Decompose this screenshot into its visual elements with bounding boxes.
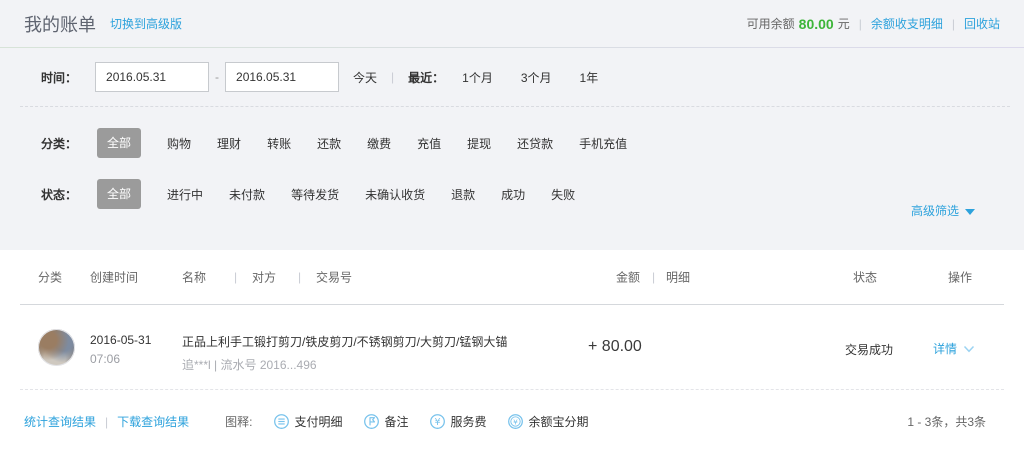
- legend-item-label: 支付明细: [295, 413, 343, 430]
- detail-link: 详情: [933, 340, 957, 357]
- balance-label: 可用余额: [747, 15, 795, 32]
- transaction-status: 交易成功: [845, 341, 893, 358]
- transaction-time: 07:06: [90, 352, 151, 366]
- category-filter-row: 分类： 全部 购物 理财 转账 还款 缴费 充值 提现 还贷款 手机充值: [0, 128, 1024, 158]
- status-label: 状态：: [41, 186, 77, 203]
- legend-label: 图释:: [225, 413, 252, 430]
- detail-toggle[interactable]: 详情: [933, 340, 975, 357]
- cell-created-time: 2016-05-31 07:06: [90, 333, 151, 366]
- transaction-subline: 追***l | 流水号 2016...496: [182, 356, 612, 373]
- legend-item-label: 备注: [385, 413, 409, 430]
- status-option-awaiting-shipment[interactable]: 等待发货: [291, 186, 339, 203]
- download-result-link[interactable]: 下载查询结果: [117, 413, 189, 430]
- divider: |: [298, 270, 301, 284]
- legend-item-label: 服务费: [451, 413, 487, 430]
- col-header-counterparty: 对方: [252, 269, 276, 286]
- col-header-category: 分类: [38, 269, 62, 286]
- date-to-input[interactable]: [225, 62, 339, 92]
- yuebao-installment-icon: ¥: [507, 413, 524, 430]
- col-header-detail: 明细: [666, 269, 690, 286]
- col-header-name: 名称: [182, 269, 206, 286]
- recent-label: 最近：: [408, 69, 444, 86]
- balance-detail-link[interactable]: 余额收支明细: [871, 15, 943, 32]
- legend-item-label: 余额宝分期: [529, 413, 589, 430]
- counterparty: 追***l: [182, 358, 211, 372]
- svg-text:¥: ¥: [434, 417, 440, 428]
- legend-item: 支付明细: [273, 413, 343, 430]
- divider: |: [952, 17, 955, 31]
- divider: |: [652, 270, 655, 284]
- serial-number: 流水号 2016...496: [221, 358, 317, 372]
- svg-text:¥: ¥: [513, 417, 518, 426]
- time-label: 时间：: [41, 69, 77, 86]
- chevron-down-icon: [963, 345, 975, 354]
- advanced-filter-toggle[interactable]: 高级筛选: [911, 202, 975, 219]
- col-header-action: 操作: [948, 269, 972, 286]
- category-label: 分类：: [41, 135, 77, 152]
- category-option-loan-repay[interactable]: 还贷款: [517, 135, 553, 152]
- date-from-input[interactable]: [95, 62, 209, 92]
- col-header-created: 创建时间: [90, 269, 138, 286]
- triangle-down-icon: [965, 209, 975, 215]
- pagination-summary: 1 - 3条，共3条: [907, 413, 986, 430]
- recent-option-3months[interactable]: 3个月: [521, 69, 552, 86]
- category-option-transfer[interactable]: 转账: [267, 135, 291, 152]
- stats-result-link[interactable]: 统计查询结果: [24, 413, 96, 430]
- legend-item: 备注: [363, 413, 409, 430]
- status-option-failed[interactable]: 失败: [551, 186, 575, 203]
- cell-name: 正品上利手工锻打剪刀/铁皮剪刀/不锈钢剪刀/大剪刀/锰钢大锚 追***l | 流…: [182, 333, 612, 373]
- note-flag-icon: [363, 413, 380, 430]
- status-option-unconfirmed-receipt[interactable]: 未确认收货: [365, 186, 425, 203]
- transaction-amount: + 80.00: [588, 338, 642, 356]
- recent-option-1month[interactable]: 1个月: [462, 69, 493, 86]
- balance-value: 80.00: [799, 16, 834, 32]
- status-option-success[interactable]: 成功: [501, 186, 525, 203]
- divider: |: [105, 415, 108, 429]
- divider: |: [234, 270, 237, 284]
- transaction-title: 正品上利手工锻打剪刀/铁皮剪刀/不锈钢剪刀/大剪刀/锰钢大锚: [182, 333, 612, 350]
- date-range-separator: -: [215, 70, 219, 84]
- recycle-bin-link[interactable]: 回收站: [964, 15, 1000, 32]
- col-header-status: 状态: [853, 269, 877, 286]
- category-option-mobile-topup[interactable]: 手机充值: [579, 135, 627, 152]
- bill-page: 我的账单 切换到高级版 可用余额 80.00 元 | 余额收支明细 | 回收站 …: [0, 0, 1024, 475]
- col-header-txn-no: 交易号: [316, 269, 352, 286]
- divider: |: [859, 17, 862, 31]
- transaction-avatar: [38, 329, 75, 366]
- status-option-unpaid[interactable]: 未付款: [229, 186, 265, 203]
- filter-panel: 我的账单 切换到高级版 可用余额 80.00 元 | 余额收支明细 | 回收站 …: [0, 0, 1024, 250]
- table-row: 2016-05-31 07:06 正品上利手工锻打剪刀/铁皮剪刀/不锈钢剪刀/大…: [20, 305, 1004, 390]
- category-option-withdraw[interactable]: 提现: [467, 135, 491, 152]
- status-option-all[interactable]: 全部: [97, 179, 141, 209]
- status-option-processing[interactable]: 进行中: [167, 186, 203, 203]
- time-filter-row: 时间： - 今天 | 最近： 1个月 3个月 1年: [20, 48, 1010, 107]
- legend-item: ¥ 余额宝分期: [507, 413, 589, 430]
- table-header-row: 分类 创建时间 名称 | 对方 | 交易号 金额 | 明细 状态 操作: [20, 250, 1004, 305]
- category-option-fees[interactable]: 缴费: [367, 135, 391, 152]
- recent-option-1year[interactable]: 1年: [580, 69, 599, 86]
- table-footer: 统计查询结果 | 下载查询结果 图释: 支付明细 备注: [0, 413, 1024, 430]
- switch-to-advanced-link[interactable]: 切换到高级版: [110, 15, 182, 32]
- category-option-all[interactable]: 全部: [97, 128, 141, 158]
- category-option-wealth[interactable]: 理财: [217, 135, 241, 152]
- page-header: 我的账单 切换到高级版 可用余额 80.00 元 | 余额收支明细 | 回收站: [0, 0, 1024, 48]
- page-title: 我的账单: [24, 11, 96, 37]
- payment-detail-icon: [273, 413, 290, 430]
- balance-unit: 元: [838, 15, 850, 32]
- service-fee-yen-icon: ¥: [429, 413, 446, 430]
- status-filter-row: 状态： 全部 进行中 未付款 等待发货 未确认收货 退款 成功 失败: [0, 179, 1024, 209]
- divider: |: [214, 358, 217, 372]
- category-option-repay[interactable]: 还款: [317, 135, 341, 152]
- legend-item: ¥ 服务费: [429, 413, 487, 430]
- col-header-amount: 金额: [616, 269, 640, 286]
- today-link[interactable]: 今天: [353, 69, 377, 86]
- advanced-filter-label: 高级筛选: [911, 202, 959, 219]
- transaction-date: 2016-05-31: [90, 333, 151, 347]
- status-option-refund[interactable]: 退款: [451, 186, 475, 203]
- bill-table: 分类 创建时间 名称 | 对方 | 交易号 金额 | 明细 状态 操作 2016…: [0, 250, 1024, 430]
- divider: |: [391, 70, 394, 84]
- category-option-shopping[interactable]: 购物: [167, 135, 191, 152]
- category-option-topup[interactable]: 充值: [417, 135, 441, 152]
- balance-summary: 可用余额 80.00 元 | 余额收支明细 | 回收站: [747, 15, 1000, 32]
